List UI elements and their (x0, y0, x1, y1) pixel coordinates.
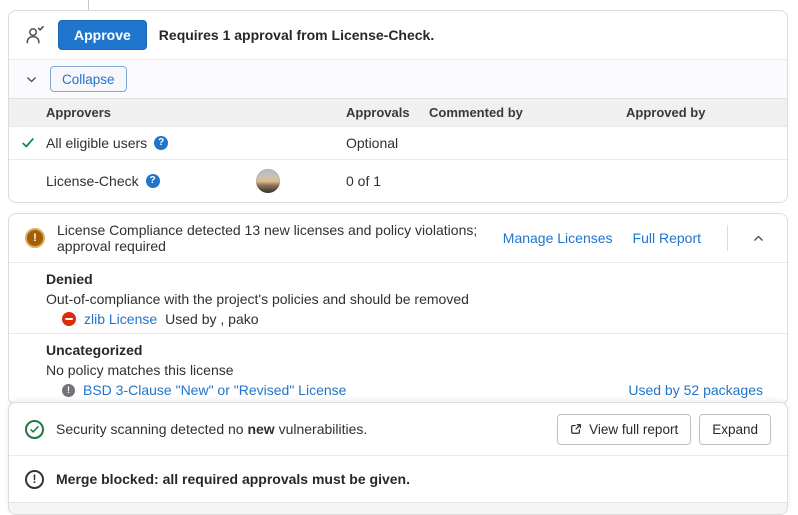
denied-title: Denied (46, 269, 763, 289)
approvals-value: Optional (346, 135, 429, 151)
approver-name: License-Check (46, 173, 139, 189)
security-message: Security scanning detected no new vulner… (56, 421, 367, 437)
merge-blocked-row: ! Merge blocked: all required approvals … (9, 455, 787, 502)
approver-avatar[interactable] (256, 169, 280, 193)
license-link[interactable]: zlib License (84, 309, 157, 329)
approvers-table-header: Approvers Approvals Commented by Approve… (9, 98, 787, 126)
header-approvers: Approvers (46, 105, 346, 120)
license-compliance-panel: ! License Compliance detected 13 new lic… (8, 213, 788, 405)
uncategorized-licenses-block: Uncategorized No policy matches this lic… (9, 333, 787, 405)
warning-icon: ! (25, 228, 45, 248)
header-approvals: Approvals (346, 105, 429, 120)
check-icon (21, 136, 46, 150)
security-report-row: Security scanning detected no new vulner… (9, 403, 787, 455)
view-full-report-button[interactable]: View full report (557, 414, 691, 445)
header-approved-by: Approved by (626, 105, 787, 120)
timeline-remnant-line (88, 0, 89, 10)
panel-footer-strip (9, 502, 787, 514)
table-row-license-check: License-Check ? 0 of 1 (9, 159, 787, 202)
full-report-link[interactable]: Full Report (633, 230, 701, 246)
external-link-icon (570, 423, 582, 435)
alert-icon: ! (25, 470, 44, 489)
approval-user-check-icon (23, 24, 46, 47)
vertical-divider (727, 225, 728, 251)
collapse-section-button[interactable] (746, 228, 771, 249)
approval-requirement-text: Requires 1 approval from License-Check. (159, 27, 434, 43)
table-row-all-eligible-users: All eligible users ? Optional (9, 126, 787, 159)
collapse-button[interactable]: Collapse (50, 66, 127, 92)
approve-row: Approve Requires 1 approval from License… (9, 11, 787, 59)
uncategorized-description: No policy matches this license (46, 360, 763, 380)
license-link[interactable]: BSD 3-Clause "New" or "Revised" License (83, 380, 346, 400)
merge-readiness-panel: Security scanning detected no new vulner… (8, 402, 788, 515)
collapse-row: Collapse (9, 59, 787, 98)
denied-licenses-block: Denied Out-of-compliance with the projec… (9, 263, 787, 333)
merge-blocked-message: Merge blocked: all required approvals mu… (56, 471, 410, 487)
manage-licenses-link[interactable]: Manage Licenses (503, 230, 613, 246)
question-icon[interactable]: ? (146, 174, 160, 188)
license-item-bsd: ! BSD 3-Clause "New" or "Revised" Licens… (46, 380, 763, 400)
used-by-link[interactable]: Used by 52 packages (628, 380, 763, 400)
success-check-icon (25, 420, 44, 439)
question-icon[interactable]: ? (154, 136, 168, 150)
denied-icon (62, 312, 76, 326)
header-commented-by: Commented by (429, 105, 626, 120)
license-item-zlib: zlib License Used by , pako (46, 309, 763, 329)
uncategorized-title: Uncategorized (46, 340, 763, 360)
chevron-up-icon (752, 232, 765, 245)
license-compliance-summary: License Compliance detected 13 new licen… (57, 222, 491, 254)
license-used-by-text: Used by , pako (165, 309, 258, 329)
denied-description: Out-of-compliance with the project's pol… (46, 289, 763, 309)
approvals-value: 0 of 1 (346, 173, 429, 189)
approve-button[interactable]: Approve (58, 20, 147, 50)
license-compliance-header: ! License Compliance detected 13 new lic… (9, 214, 787, 263)
approver-name: All eligible users (46, 135, 147, 151)
chevron-down-icon[interactable] (25, 73, 38, 86)
info-icon: ! (62, 384, 75, 397)
approvals-panel: Approve Requires 1 approval from License… (8, 10, 788, 203)
expand-button[interactable]: Expand (699, 414, 771, 445)
